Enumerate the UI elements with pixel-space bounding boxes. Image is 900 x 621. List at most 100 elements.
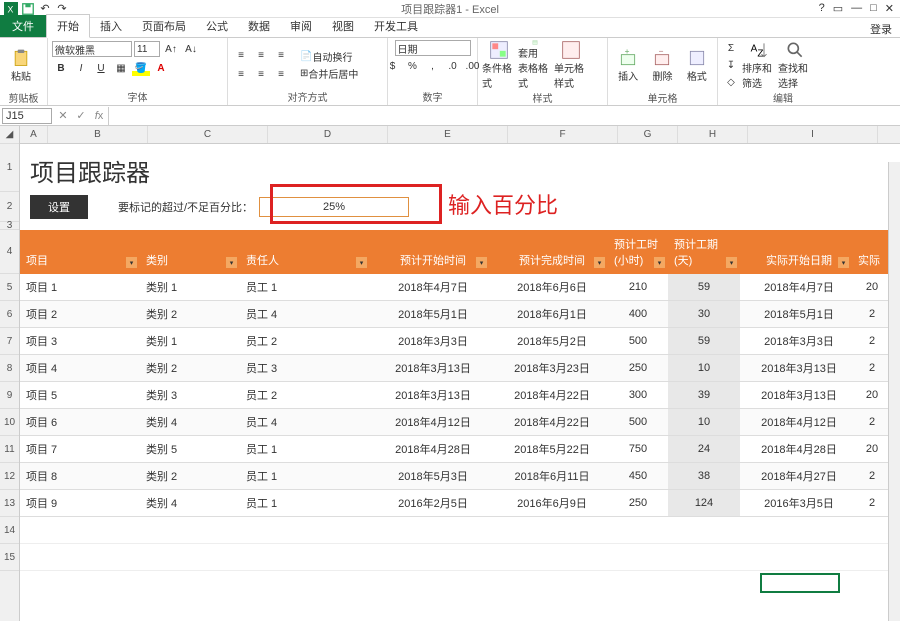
align-center-icon[interactable]: ≡: [252, 66, 270, 82]
wrap-text-button[interactable]: 📄 自动换行: [298, 48, 370, 64]
cond-format-button[interactable]: 条件格式: [482, 40, 516, 90]
cell-hours[interactable]: 250: [608, 355, 668, 381]
cell-days[interactable]: 24: [668, 436, 740, 462]
cell-actual-start[interactable]: 2016年3月5日: [740, 490, 852, 516]
cell-hours[interactable]: 210: [608, 274, 668, 300]
col-header[interactable]: G: [618, 126, 678, 143]
cell-days[interactable]: 30: [668, 301, 740, 327]
th-actual-end[interactable]: 实际: [852, 230, 892, 274]
cell-style-button[interactable]: 单元格样式: [554, 40, 588, 90]
th-category[interactable]: 类别▾: [140, 230, 240, 274]
cell-actual-start[interactable]: 2018年3月13日: [740, 355, 852, 381]
th-start[interactable]: 预计开始时间▾: [370, 230, 490, 274]
cell-actual-end[interactable]: 2: [852, 328, 892, 354]
th-end[interactable]: 预计完成时间▾: [490, 230, 608, 274]
cell-start[interactable]: 2018年5月1日: [370, 301, 490, 327]
cell-responsible[interactable]: 员工 4: [240, 409, 370, 435]
table-row[interactable]: 项目 7类别 5员工 12018年4月28日2018年5月22日75024201…: [20, 436, 900, 463]
cell-start[interactable]: 2018年3月13日: [370, 355, 490, 381]
cell-actual-end[interactable]: 2: [852, 409, 892, 435]
select-all-corner[interactable]: ◢: [0, 126, 19, 144]
cell-start[interactable]: 2018年3月13日: [370, 382, 490, 408]
cell-hours[interactable]: 400: [608, 301, 668, 327]
cell-actual-start[interactable]: 2018年4月28日: [740, 436, 852, 462]
cell-actual-start[interactable]: 2018年4月7日: [740, 274, 852, 300]
bold-button[interactable]: B: [52, 60, 70, 76]
cell-end[interactable]: 2018年4月22日: [490, 382, 608, 408]
col-header[interactable]: A: [20, 126, 48, 143]
align-bot-icon[interactable]: ≡: [272, 47, 290, 63]
cell-actual-end[interactable]: 2: [852, 463, 892, 489]
cell-days[interactable]: 10: [668, 409, 740, 435]
col-header[interactable]: C: [148, 126, 268, 143]
cell-end[interactable]: 2016年6月9日: [490, 490, 608, 516]
filter-icon[interactable]: ▾: [356, 257, 367, 268]
cell-start[interactable]: 2018年4月28日: [370, 436, 490, 462]
cell-start[interactable]: 2016年2月5日: [370, 490, 490, 516]
align-right-icon[interactable]: ≡: [272, 66, 290, 82]
table-row[interactable]: 项目 9类别 4员工 12016年2月5日2016年6月9日2501242016…: [20, 490, 900, 517]
help-icon[interactable]: ?: [819, 2, 825, 15]
cell-days[interactable]: 10: [668, 355, 740, 381]
th-days[interactable]: 预计工期 (天)▾: [668, 230, 740, 274]
cell-end[interactable]: 2018年4月22日: [490, 409, 608, 435]
percent-icon[interactable]: %: [404, 58, 422, 74]
row-header[interactable]: 12: [0, 463, 19, 490]
row-header[interactable]: 9: [0, 382, 19, 409]
maximize-icon[interactable]: □: [870, 2, 877, 15]
cell-category[interactable]: 类别 1: [140, 274, 240, 300]
cancel-formula-icon[interactable]: ✕: [54, 109, 72, 122]
currency-icon[interactable]: $: [384, 58, 402, 74]
row-header[interactable]: 5: [0, 274, 19, 301]
name-box[interactable]: J15: [2, 108, 52, 124]
cell-start[interactable]: 2018年5月3日: [370, 463, 490, 489]
cell-category[interactable]: 类别 2: [140, 355, 240, 381]
row-header[interactable]: 2: [0, 192, 19, 222]
row-header[interactable]: 6: [0, 301, 19, 328]
cell-actual-end[interactable]: 2: [852, 355, 892, 381]
filter-icon[interactable]: ▾: [476, 257, 487, 268]
cell-actual-start[interactable]: 2018年4月12日: [740, 409, 852, 435]
filter-icon[interactable]: ▾: [226, 257, 237, 268]
filter-icon[interactable]: ▾: [838, 257, 849, 268]
table-format-button[interactable]: 套用 表格格式: [518, 40, 552, 90]
tab-view[interactable]: 视图: [322, 15, 364, 37]
align-left-icon[interactable]: ≡: [232, 66, 250, 82]
tab-formula[interactable]: 公式: [196, 15, 238, 37]
cell-project[interactable]: 项目 5: [20, 382, 140, 408]
col-header[interactable]: F: [508, 126, 618, 143]
table-row[interactable]: 项目 1类别 1员工 12018年4月7日2018年6月6日210592018年…: [20, 274, 900, 301]
tab-dev[interactable]: 开发工具: [364, 15, 428, 37]
cell-end[interactable]: 2018年6月1日: [490, 301, 608, 327]
cell-actual-start[interactable]: 2018年5月1日: [740, 301, 852, 327]
th-responsible[interactable]: 责任人▾: [240, 230, 370, 274]
paste-button[interactable]: 粘贴: [4, 40, 38, 90]
cell-responsible[interactable]: 员工 1: [240, 274, 370, 300]
cell-start[interactable]: 2018年3月3日: [370, 328, 490, 354]
save-icon[interactable]: [21, 2, 35, 16]
col-header[interactable]: D: [268, 126, 388, 143]
cell-project[interactable]: 项目 6: [20, 409, 140, 435]
cell-category[interactable]: 类别 4: [140, 490, 240, 516]
tab-insert[interactable]: 插入: [90, 15, 132, 37]
cell-end[interactable]: 2018年3月23日: [490, 355, 608, 381]
cell-actual-start[interactable]: 2018年3月13日: [740, 382, 852, 408]
cell-days[interactable]: 59: [668, 328, 740, 354]
autosum-icon[interactable]: Σ: [722, 40, 740, 56]
col-header[interactable]: B: [48, 126, 148, 143]
row-header[interactable]: 13: [0, 490, 19, 517]
cell-category[interactable]: 类别 3: [140, 382, 240, 408]
cell-actual-end[interactable]: 2: [852, 301, 892, 327]
cell-days[interactable]: 39: [668, 382, 740, 408]
cell-end[interactable]: 2018年5月2日: [490, 328, 608, 354]
table-row[interactable]: 项目 2类别 2员工 42018年5月1日2018年6月1日400302018年…: [20, 301, 900, 328]
filter-icon[interactable]: ▾: [126, 257, 137, 268]
delete-cells-button[interactable]: −删除: [646, 40, 678, 90]
cell-hours[interactable]: 300: [608, 382, 668, 408]
tab-home[interactable]: 开始: [46, 14, 90, 38]
decrease-font-icon[interactable]: A↓: [182, 41, 200, 57]
cell-end[interactable]: 2018年6月6日: [490, 274, 608, 300]
cell-hours[interactable]: 450: [608, 463, 668, 489]
row-header[interactable]: 7: [0, 328, 19, 355]
cell-actual-end[interactable]: 20: [852, 382, 892, 408]
